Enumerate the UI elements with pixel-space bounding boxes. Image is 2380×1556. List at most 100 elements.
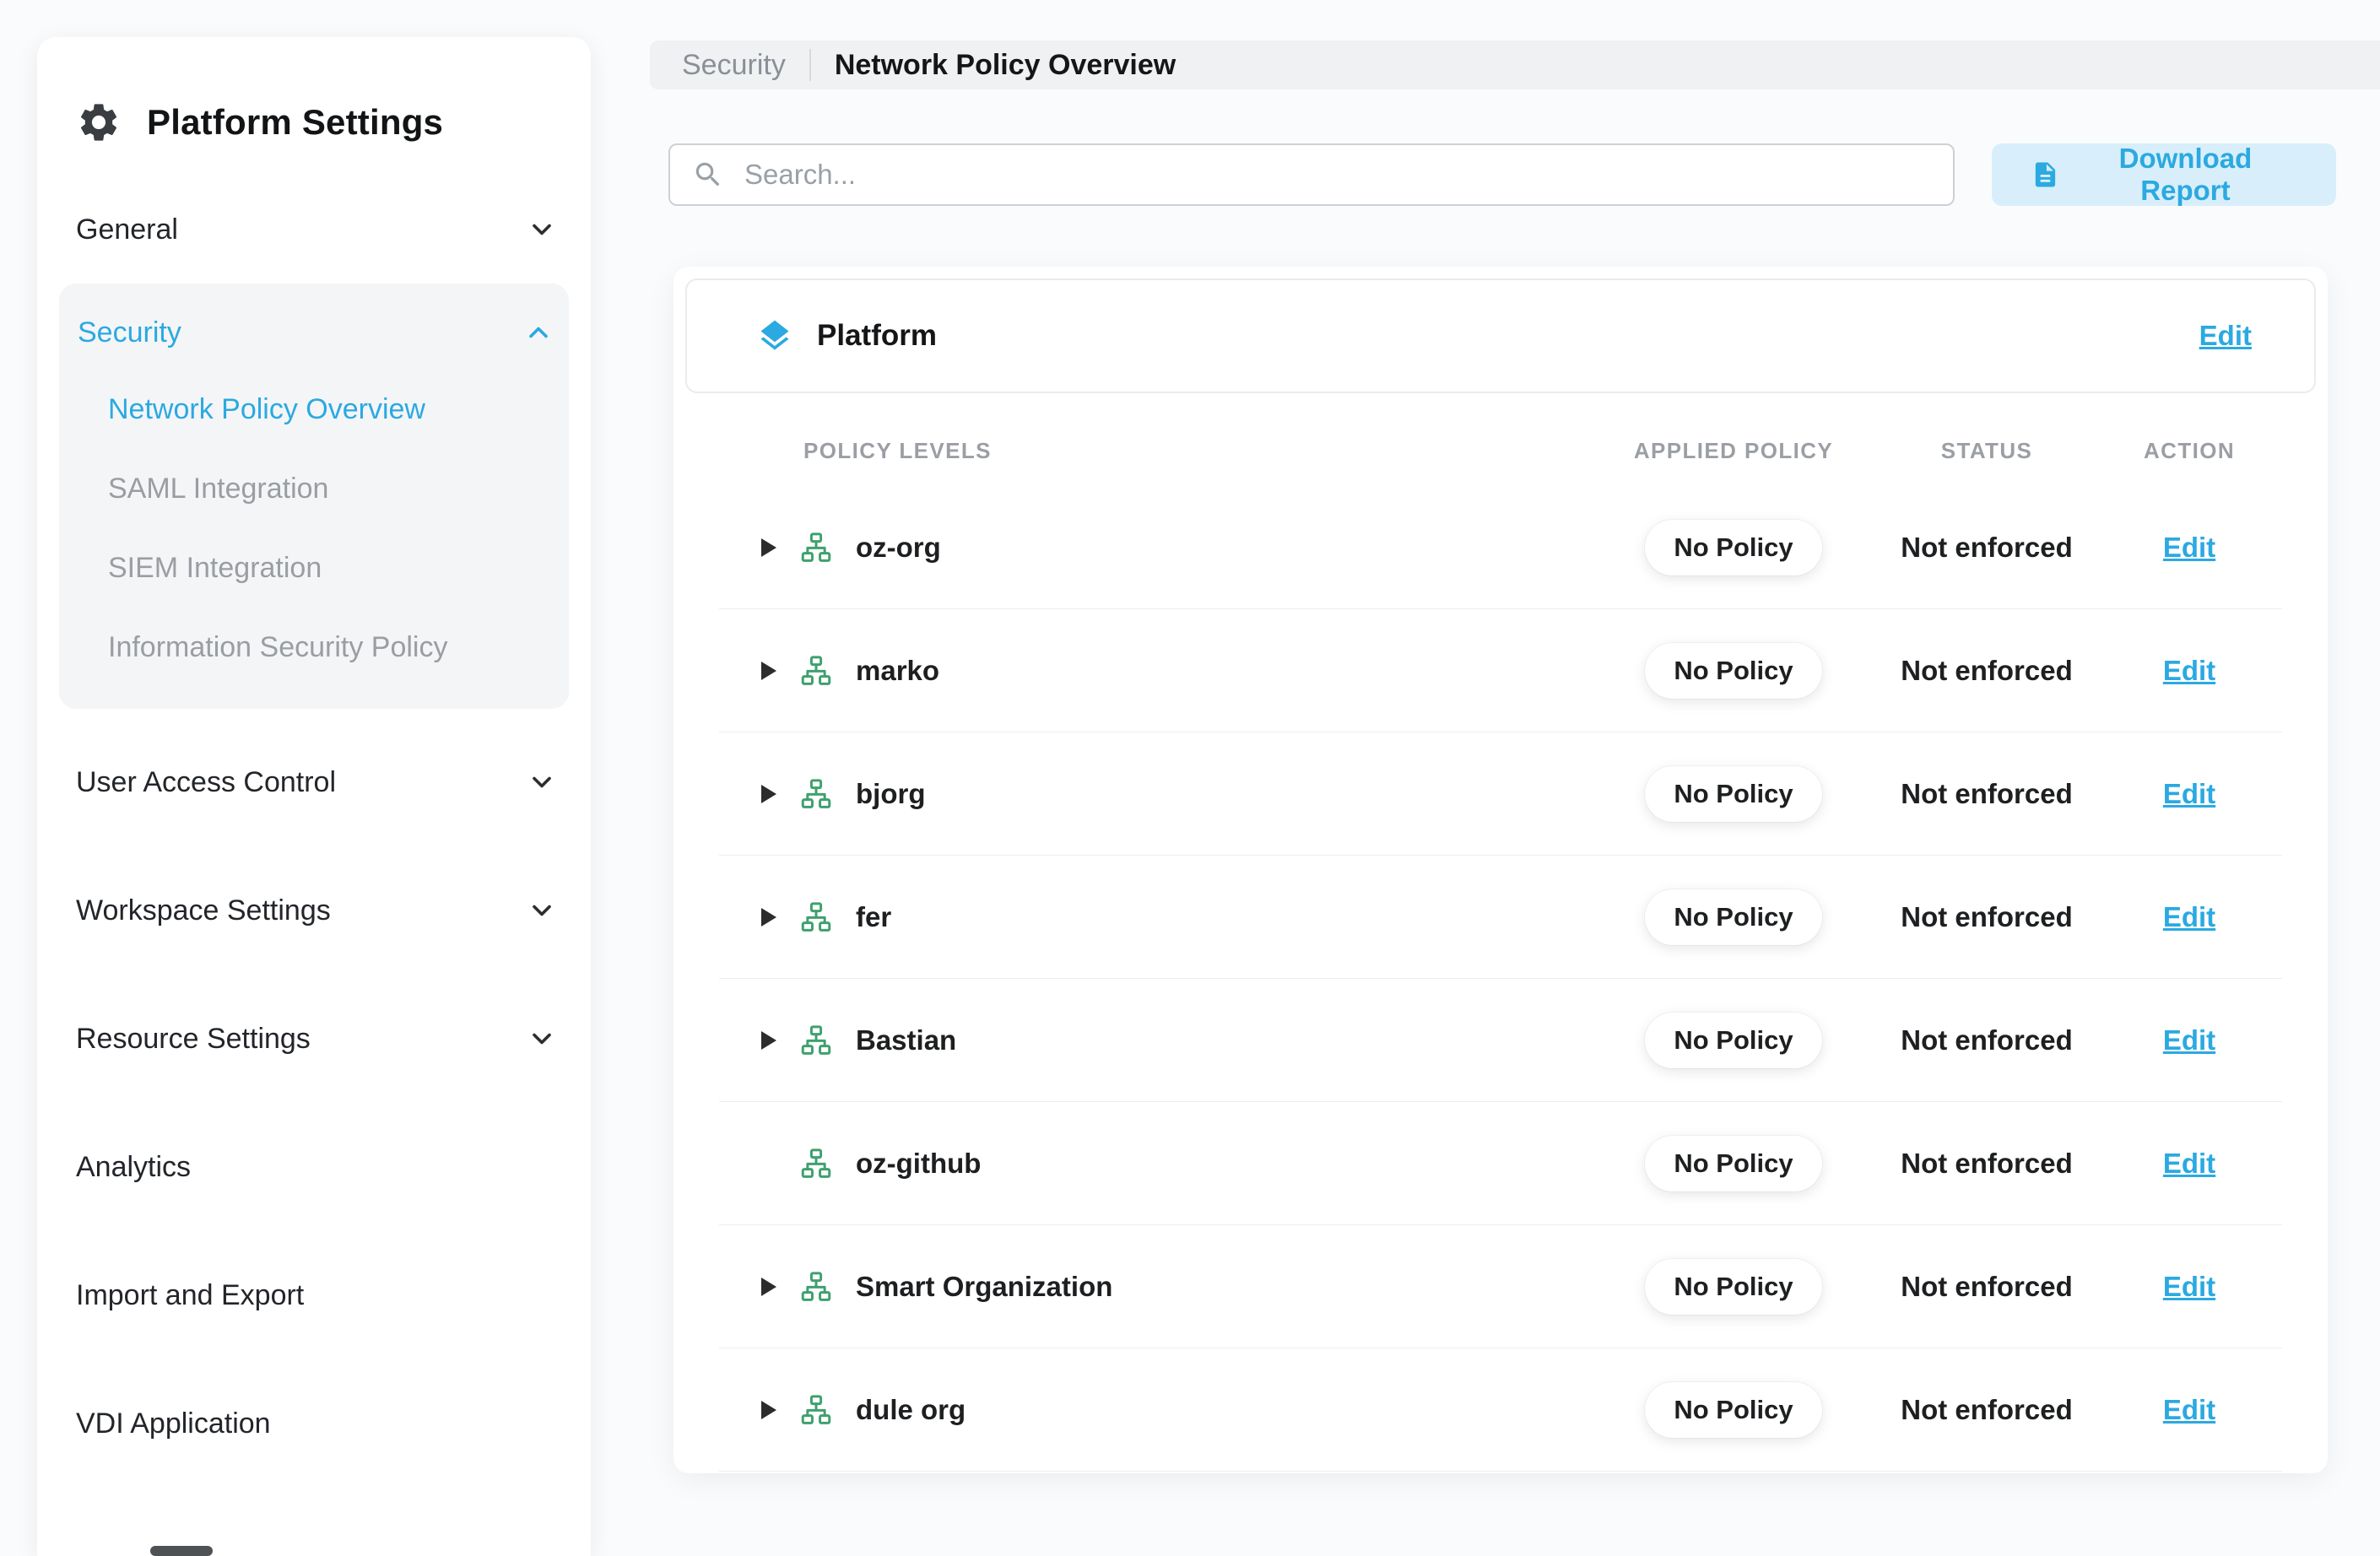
applied-policy-cell: No Policy: [1590, 643, 1877, 699]
table-header-row: Policy Levels Applied Policy Status Acti…: [719, 393, 2282, 486]
org-hierarchy-icon: [798, 1392, 834, 1428]
sidebar-item-saml-integration[interactable]: SAML Integration: [59, 449, 569, 528]
sidebar-item-security[interactable]: Security: [59, 295, 569, 370]
status-text: Not enforced: [1877, 1394, 2096, 1426]
column-header-policy-levels: Policy Levels: [719, 438, 1590, 464]
sidebar-item-vdi-application[interactable]: VDI Application: [37, 1369, 591, 1478]
sidebar-item-information-security-policy[interactable]: Information Security Policy: [59, 608, 569, 687]
layers-icon: [756, 317, 793, 354]
main-content: Security Network Policy Overview Downloa…: [650, 0, 2380, 1556]
chevron-up-icon: [523, 317, 554, 348]
scrollbar-thumb[interactable]: [150, 1546, 213, 1556]
download-report-button[interactable]: Download Report: [1992, 143, 2336, 206]
sidebar-item-workspace-settings[interactable]: Workspace Settings: [37, 856, 591, 965]
org-hierarchy-icon: [798, 653, 834, 689]
applied-policy-cell: No Policy: [1590, 1382, 1877, 1438]
column-header-applied-policy: Applied Policy: [1590, 438, 1877, 464]
edit-link[interactable]: Edit: [2163, 655, 2215, 686]
action-cell: Edit: [2096, 1394, 2282, 1426]
action-cell: Edit: [2096, 655, 2282, 687]
sidebar-header: Platform Settings: [37, 37, 591, 189]
column-header-status: Status: [1877, 438, 2096, 464]
policy-table: Policy Levels Applied Policy Status Acti…: [685, 393, 2316, 1473]
expand-caret-icon[interactable]: [761, 785, 776, 803]
table-row: marko No Policy Not enforced Edit: [719, 609, 2282, 732]
applied-policy-badge: No Policy: [1645, 1136, 1821, 1191]
status-text: Not enforced: [1877, 1271, 2096, 1303]
edit-link[interactable]: Edit: [2163, 901, 2215, 932]
breadcrumb-divider: [809, 49, 811, 81]
status-text: Not enforced: [1877, 1148, 2096, 1180]
platform-title: Platform: [817, 319, 2176, 353]
sidebar-item-label: User Access Control: [76, 766, 336, 799]
chevron-down-icon: [527, 214, 557, 245]
search-input[interactable]: [668, 143, 1955, 206]
sidebar-item-network-policy-overview[interactable]: Network Policy Overview: [59, 370, 569, 449]
sidebar-item-resource-settings[interactable]: Resource Settings: [37, 984, 591, 1094]
sidebar-item-analytics[interactable]: Analytics: [37, 1112, 591, 1222]
sidebar-item-general[interactable]: General: [37, 189, 591, 270]
expand-caret-icon[interactable]: [761, 662, 776, 680]
sidebar-item-label: Resource Settings: [76, 1023, 311, 1056]
table-row: Markotest No Policy Not enforced Edit: [719, 1472, 2282, 1473]
chevron-down-icon: [527, 767, 557, 797]
sidebar-title: Platform Settings: [147, 102, 443, 143]
expand-caret-icon[interactable]: [761, 538, 776, 557]
sidebar-item-label: General: [76, 213, 178, 246]
sidebar-item-label: Import and Export: [76, 1279, 304, 1312]
edit-link[interactable]: Edit: [2163, 1024, 2215, 1056]
breadcrumb-section[interactable]: Security: [682, 49, 786, 82]
policy-level-name: oz-github: [856, 1148, 981, 1180]
column-header-action: Action: [2096, 438, 2282, 464]
applied-policy-badge: No Policy: [1645, 1259, 1821, 1315]
action-cell: Edit: [2096, 1148, 2282, 1180]
policy-level-name: Bastian: [856, 1024, 956, 1056]
policy-level-name: bjorg: [856, 778, 925, 810]
sidebar-item-label: VDI Application: [76, 1407, 271, 1440]
applied-policy-badge: No Policy: [1645, 766, 1821, 822]
edit-link[interactable]: Edit: [2163, 1394, 2215, 1425]
sidebar-item-user-access-control[interactable]: User Access Control: [37, 727, 591, 837]
applied-policy-badge: No Policy: [1645, 1013, 1821, 1068]
search-field-wrap: [668, 143, 1955, 206]
expand-caret-icon[interactable]: [761, 1278, 776, 1296]
sidebar-item-import-and-export[interactable]: Import and Export: [37, 1240, 591, 1350]
edit-link[interactable]: Edit: [2163, 778, 2215, 809]
search-icon: [692, 159, 724, 191]
applied-policy-cell: No Policy: [1590, 520, 1877, 575]
chevron-down-icon: [527, 895, 557, 926]
org-hierarchy-icon: [798, 1146, 834, 1181]
policy-content-card: Platform Edit Policy Levels Applied Poli…: [673, 267, 2328, 1473]
table-row: oz-github No Policy Not enforced Edit: [719, 1102, 2282, 1225]
action-cell: Edit: [2096, 532, 2282, 564]
org-hierarchy-icon: [798, 1023, 834, 1058]
download-report-label: Download Report: [2074, 143, 2297, 207]
expand-caret-icon[interactable]: [761, 1031, 776, 1050]
edit-link[interactable]: Edit: [2163, 532, 2215, 563]
expand-caret-icon[interactable]: [761, 908, 776, 927]
table-row: Smart Organization No Policy Not enforce…: [719, 1225, 2282, 1348]
org-hierarchy-icon: [798, 530, 834, 565]
action-cell: Edit: [2096, 1024, 2282, 1056]
table-row: oz-org No Policy Not enforced Edit: [719, 486, 2282, 609]
expand-caret-icon[interactable]: [761, 1401, 776, 1419]
applied-policy-cell: No Policy: [1590, 1136, 1877, 1191]
sidebar-item-label: Analytics: [76, 1151, 191, 1184]
platform-edit-link[interactable]: Edit: [2199, 320, 2252, 352]
table-row: Bastian No Policy Not enforced Edit: [719, 979, 2282, 1102]
table-row: dule org No Policy Not enforced Edit: [719, 1348, 2282, 1472]
gear-icon: [76, 100, 122, 145]
policy-level-name: marko: [856, 655, 939, 687]
edit-link[interactable]: Edit: [2163, 1148, 2215, 1179]
applied-policy-badge: No Policy: [1645, 889, 1821, 945]
status-text: Not enforced: [1877, 655, 2096, 687]
edit-link[interactable]: Edit: [2163, 1271, 2215, 1302]
sidebar-item-siem-integration[interactable]: SIEM Integration: [59, 528, 569, 608]
status-text: Not enforced: [1877, 1024, 2096, 1056]
chevron-down-icon: [527, 1024, 557, 1054]
applied-policy-badge: No Policy: [1645, 520, 1821, 575]
table-row: bjorg No Policy Not enforced Edit: [719, 732, 2282, 856]
sidebar-item-label: Security: [78, 316, 181, 349]
policy-level-cell: oz-github: [719, 1146, 1590, 1181]
policy-level-cell: bjorg: [719, 776, 1590, 812]
